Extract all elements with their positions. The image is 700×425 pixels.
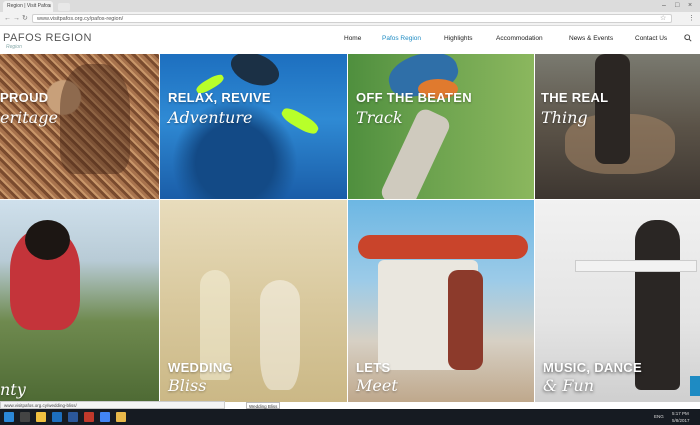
link-status-bar: www.visitpafos.org.cy/wedding-bliss/	[0, 401, 225, 409]
tile-heading: OFF THE BEATEN	[356, 90, 472, 105]
back-icon[interactable]: ←	[4, 14, 11, 23]
close-window-icon[interactable]: ×	[688, 2, 692, 10]
tile-heading: WEDDING	[168, 360, 233, 375]
tile-heading: PROUD	[0, 90, 49, 105]
nav-home[interactable]: Home	[344, 35, 361, 42]
diver-body	[226, 54, 284, 92]
word-icon[interactable]	[68, 412, 78, 422]
tile-subheading: eritage	[0, 108, 58, 127]
reload-icon[interactable]: ↻	[22, 14, 28, 23]
scroll-to-top-button[interactable]	[690, 376, 700, 396]
tab-title: Region | Visit Pafos	[7, 3, 51, 9]
tile-heading: MUSIC, DANCE	[543, 360, 642, 375]
nav-contact-us[interactable]: Contact Us	[635, 35, 667, 42]
red-kayak	[358, 235, 528, 259]
close-tab-icon[interactable]: ×	[48, 4, 52, 10]
windows-start-icon[interactable]	[4, 412, 14, 422]
tile-subheading: & Fun	[543, 376, 595, 395]
diver-fin	[279, 104, 321, 138]
folder-icon[interactable]	[116, 412, 126, 422]
hover-tooltip: Wedding Bliss	[246, 402, 280, 409]
tile-heading: RELAX, REVIVE	[168, 90, 271, 105]
clock-date[interactable]: 5/8/2017	[672, 418, 690, 423]
donkey	[595, 54, 630, 164]
site-header: PAFOS REGION Region Home Pafos Region Hi…	[0, 26, 700, 54]
new-tab-button[interactable]	[58, 3, 70, 11]
tile-heading: THE REAL	[541, 90, 609, 105]
dancer-arms	[575, 260, 697, 272]
clock-time[interactable]: 5:17 PM	[672, 411, 689, 416]
tile-relax-revive-adventure[interactable]: RELAX, REVIVE Adventure	[160, 54, 347, 199]
tile-heading: LETS	[356, 360, 391, 375]
mosaic-figure	[60, 64, 130, 174]
nav-pafos-region[interactable]: Pafos Region	[382, 35, 421, 42]
url-input[interactable]: www.visitpafos.org.cy/pafos-region/	[32, 14, 672, 23]
tile-lets-meet[interactable]: LETS Meet	[348, 200, 534, 402]
tile-wedding-bliss[interactable]: WEDDING Bliss	[160, 200, 347, 402]
man-figure	[448, 270, 483, 370]
tile-subheading: nty	[0, 380, 26, 399]
powerpoint-icon[interactable]	[84, 412, 94, 422]
edge-icon[interactable]	[52, 412, 62, 422]
minimize-icon[interactable]: –	[662, 2, 666, 10]
tile-subheading: Thing	[541, 108, 588, 127]
bookmark-star-icon[interactable]: ☆	[660, 14, 666, 23]
nav-highlights[interactable]: Highlights	[444, 35, 473, 42]
tile-the-real-thing[interactable]: THE REAL Thing	[535, 54, 700, 199]
search-icon[interactable]	[684, 34, 692, 42]
tile-subheading: Bliss	[168, 376, 207, 395]
tile-subheading: Track	[356, 108, 403, 127]
forward-icon[interactable]: →	[13, 14, 20, 23]
bride-silhouette	[260, 280, 300, 390]
windows-taskbar: ENG 5:17 PM 5/8/2017	[0, 409, 700, 425]
site-logo[interactable]: PAFOS REGION	[3, 32, 92, 44]
search-taskbar-icon[interactable]	[20, 412, 30, 422]
language-indicator[interactable]: ENG	[654, 414, 664, 419]
chrome-icon[interactable]	[100, 412, 110, 422]
tile-music-dance-fun[interactable]: MUSIC, DANCE & Fun	[535, 200, 700, 402]
nav-accommodation[interactable]: Accommodation	[496, 35, 543, 42]
tile-subheading: Meet	[356, 376, 398, 395]
tile-plenty[interactable]: nty	[0, 200, 159, 402]
site-logo-subtitle: Region	[6, 44, 22, 50]
tile-subheading: Adventure	[168, 108, 253, 127]
woman-hair	[25, 220, 70, 260]
file-explorer-icon[interactable]	[36, 412, 46, 422]
nav-news-events[interactable]: News & Events	[569, 35, 613, 42]
address-bar-row: ← → ↻ www.visitpafos.org.cy/pafos-region…	[0, 12, 700, 26]
browser-tab[interactable]: Region | Visit Pafos ×	[3, 1, 53, 12]
tile-proud-heritage[interactable]: PROUD eritage	[0, 54, 159, 199]
browser-menu-icon[interactable]: ⋮	[688, 14, 695, 23]
tile-off-the-beaten-track[interactable]: OFF THE BEATEN Track	[348, 54, 534, 199]
browser-tab-strip: Region | Visit Pafos × – □ ×	[0, 0, 700, 12]
maximize-icon[interactable]: □	[675, 2, 679, 10]
